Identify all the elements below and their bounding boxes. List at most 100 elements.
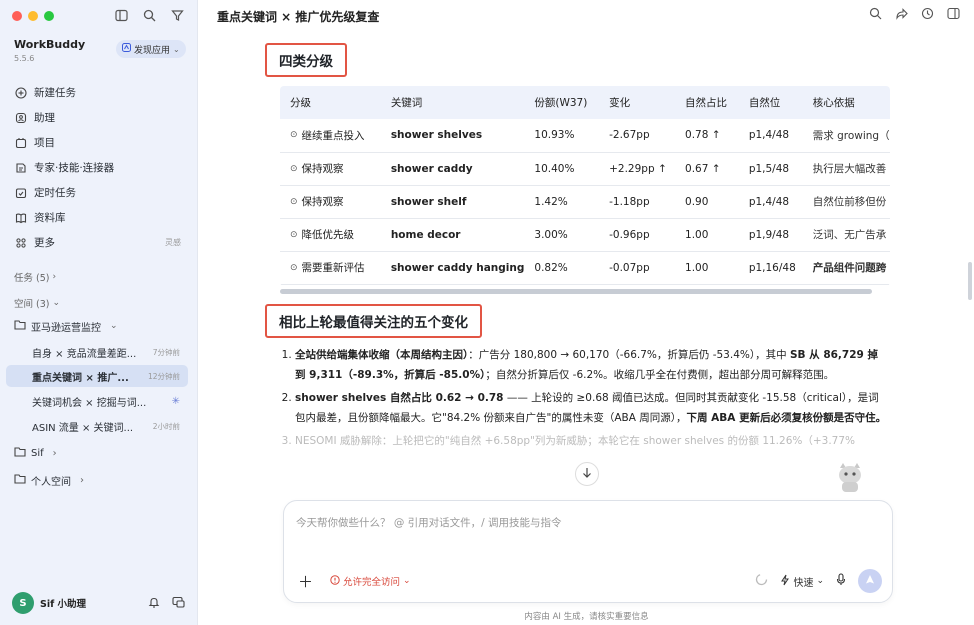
maximize-window-button[interactable] — [44, 11, 54, 21]
chevron-down-icon: ⌄ — [110, 321, 118, 331]
space-label: 亚马逊运营监控 — [31, 322, 101, 334]
folder-icon — [14, 319, 26, 333]
chat-window-icon[interactable] — [172, 596, 185, 611]
nav-experts[interactable]: 专家·技能·连接器 — [8, 155, 189, 180]
history-icon[interactable] — [921, 7, 934, 23]
avatar[interactable]: S — [12, 592, 34, 614]
search-icon[interactable] — [140, 6, 158, 24]
panel-toggle-icon[interactable] — [947, 7, 960, 23]
nav-scheduled-tasks[interactable]: 定时任务 — [8, 180, 189, 205]
space-label: 个人空间 — [31, 476, 71, 488]
column-header: 关键词 — [380, 86, 525, 119]
tier-cell: ⊙ 继续重点投入 — [280, 119, 381, 153]
share-cell: 3.00% — [524, 218, 600, 252]
app-version: 5.5.6 — [14, 54, 35, 63]
nav-library[interactable]: 资料库 — [8, 205, 189, 230]
chevron-right-icon: › — [52, 447, 57, 459]
share-icon[interactable] — [895, 7, 908, 23]
task-item-active[interactable]: 重点关键词 × 推广... 12分钟前 — [6, 365, 188, 387]
tier-label: 需要重新评估 — [301, 262, 365, 274]
nav-label: 定时任务 — [34, 187, 76, 199]
natural-pos-cell: p1,9/48 — [738, 218, 803, 252]
folder-icon — [14, 446, 26, 460]
add-attachment-button[interactable]: ＋ — [298, 571, 313, 592]
send-button[interactable] — [858, 569, 882, 593]
chevron-down-icon: ⌄ — [816, 576, 824, 586]
table-header-row: 分级 关键词 份额(W37) 变化 自然占比 自然位 核心依据 — [280, 86, 890, 119]
task-label: 自身 × 竞品流量差距... — [32, 348, 137, 360]
minimize-window-button[interactable] — [28, 11, 38, 21]
natural-share-cell: 1.00 — [675, 251, 739, 285]
nav-label: 助理 — [34, 112, 55, 124]
arrow-down-icon — [582, 467, 592, 481]
table-horizontal-scrollbar[interactable] — [280, 289, 872, 294]
nav-project[interactable]: 项目 — [8, 130, 189, 155]
circle-icon: ⊙ — [290, 196, 298, 207]
list-item: shower shelves 自然占比 0.62 → 0.78 —— 上轮设的 … — [295, 388, 887, 428]
spaces-section-toggle[interactable]: 空间 (3) ⌄ — [14, 296, 60, 310]
filter-icon[interactable] — [168, 6, 186, 24]
basis-cell: 泛词、无广告承 — [802, 218, 890, 252]
composer-actions: 快速 ⌄ — [755, 569, 882, 593]
access-mode-label: 允许完全访问 — [343, 577, 401, 588]
microphone-icon[interactable] — [836, 573, 846, 589]
column-header: 自然占比 — [675, 86, 739, 119]
circle-icon: ⊙ — [290, 130, 298, 141]
item-bold: shower shelves 自然占比 0.62 → 0.78 — [295, 392, 504, 404]
bell-icon[interactable] — [148, 596, 160, 611]
basis-cell: 执行层大幅改善 — [802, 152, 890, 186]
chevron-down-icon: ⌄ — [173, 44, 180, 54]
tier-cell: ⊙ 保持观察 — [280, 152, 381, 186]
column-header: 变化 — [599, 86, 676, 119]
keyword-cell: shower shelves — [380, 119, 525, 153]
sidebar-toggle-icon[interactable] — [112, 6, 130, 24]
task-label: 关键词机会 × 挖掘与词... — [32, 397, 147, 409]
table-row: ⊙ 保持观察 shower caddy 10.40% +2.29pp ↑ 0.67… — [280, 152, 890, 186]
keyword-cell: home decor — [380, 218, 525, 252]
discover-apps-button[interactable]: 发现应用 ⌄ — [116, 40, 186, 58]
tasks-section-toggle[interactable]: 任务 (5) › — [14, 270, 56, 284]
mode-label: 快速 — [793, 577, 814, 589]
nav-assistant[interactable]: 助理 — [8, 105, 189, 130]
chevron-right-icon: › — [52, 272, 57, 282]
nav-label: 项目 — [34, 137, 55, 149]
composer-input[interactable]: 今天帮你做些什么？ @ 引用对话文件，/ 调用技能与指令 — [296, 515, 562, 530]
table-row: ⊙ 继续重点投入 shower shelves 10.93% -2.67pp 0.… — [280, 119, 890, 153]
basis-cell: 自然位前移但份 — [802, 185, 890, 219]
scroll-to-bottom-button[interactable] — [575, 462, 599, 486]
column-header: 自然位 — [738, 86, 803, 119]
expert-icon — [14, 161, 28, 175]
close-window-button[interactable] — [12, 11, 22, 21]
mascot-image — [835, 460, 865, 494]
change-cell: -0.07pp — [599, 251, 676, 285]
task-item[interactable]: 自身 × 竞品流量差距... 7分钟前 — [6, 341, 188, 363]
mode-select[interactable]: 快速 ⌄ — [780, 574, 824, 589]
spaces-section-label: 空间 (3) — [14, 299, 50, 310]
natural-pos-cell: p1,16/48 — [738, 251, 803, 285]
share-cell: 1.42% — [524, 185, 600, 219]
space-amazon[interactable]: 亚马逊运营监控 ⌄ — [14, 315, 189, 337]
circle-icon: ⊙ — [290, 163, 298, 174]
chevron-right-icon: › — [80, 474, 84, 486]
basis-cell: 产品组件问题跨 — [802, 251, 890, 285]
list-item: NESOMI 威胁解除：上轮把它的"纯自然 +6.58pp"列为新威胁；本轮它在… — [295, 431, 887, 451]
task-item[interactable]: 关键词机会 × 挖掘与词... ✳ — [6, 390, 188, 412]
space-sif[interactable]: Sif › — [14, 442, 189, 464]
change-cell: -2.67pp — [599, 119, 676, 153]
book-icon — [14, 211, 28, 225]
search-icon[interactable] — [869, 7, 882, 23]
nav-new-task[interactable]: 新建任务 — [8, 80, 189, 105]
column-header: 核心依据 — [802, 86, 890, 119]
loading-spinner-icon — [755, 573, 768, 589]
window-controls — [12, 11, 54, 21]
vertical-scrollbar[interactable] — [968, 262, 972, 300]
space-personal[interactable]: 个人空间 › — [14, 469, 189, 491]
table-row: ⊙ 需要重新评估 shower caddy hanging 0.82% -0.07… — [280, 251, 890, 285]
nav-more[interactable]: 更多 灵感 — [8, 230, 189, 255]
app-name: WorkBuddy — [14, 38, 86, 51]
access-mode-select[interactable]: 允许完全访问 ⌄ — [330, 574, 411, 588]
tier-table: 分级 关键词 份额(W37) 变化 自然占比 自然位 核心依据 ⊙ 继续重点投入 … — [280, 86, 890, 286]
task-item[interactable]: ASIN 流量 × 关键词... 2小时前 — [6, 415, 188, 437]
chat-composer[interactable]: 今天帮你做些什么？ @ 引用对话文件，/ 调用技能与指令 ＋ 允许完全访问 ⌄ … — [283, 500, 893, 603]
folder-icon — [14, 473, 26, 487]
